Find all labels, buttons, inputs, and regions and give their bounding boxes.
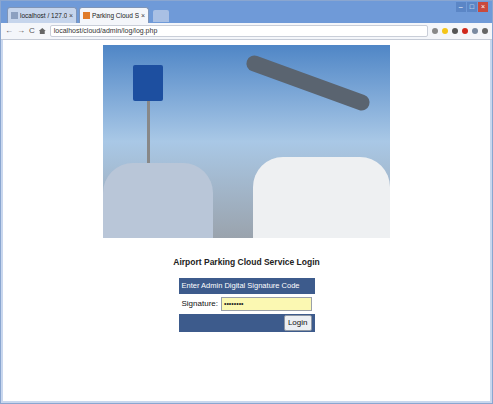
favicon-icon xyxy=(11,12,18,19)
panel-footer: Login xyxy=(179,314,315,332)
tab-close-icon[interactable]: × xyxy=(141,12,145,19)
extension-icon[interactable] xyxy=(432,28,438,34)
nav-button[interactable]: ← xyxy=(5,27,13,35)
panel-title: Enter Admin Digital Signature Code xyxy=(182,280,300,291)
extension-icon[interactable] xyxy=(482,28,488,34)
window-controls: –□× xyxy=(456,2,488,12)
browser-tab[interactable]: Parking Cloud Servi× xyxy=(79,7,149,23)
parking-sign-icon xyxy=(133,65,163,101)
extension-icon[interactable] xyxy=(452,28,458,34)
car-icon xyxy=(253,157,390,238)
page-heading: Airport Parking Cloud Service Login xyxy=(173,256,319,269)
signature-value[interactable]: •••••••• xyxy=(224,299,244,310)
nav-button[interactable]: C xyxy=(29,27,35,35)
login-button[interactable]: Login xyxy=(284,315,312,331)
window-control-button[interactable]: – xyxy=(456,2,466,12)
home-icon[interactable] xyxy=(39,28,46,34)
address-bar[interactable]: localhost/cloud/admin/log/log.php xyxy=(50,25,428,37)
title-bar: localhost / 127.0.0.1×Parking Cloud Serv… xyxy=(1,1,492,23)
nav-button[interactable]: → xyxy=(17,27,25,35)
tab-close-icon[interactable]: × xyxy=(69,12,73,19)
airplane-icon xyxy=(244,53,372,112)
tab-label[interactable]: localhost / 127.0.0.1 xyxy=(20,11,67,21)
login-panel: Enter Admin Digital Signature Code Signat… xyxy=(179,278,315,332)
favicon-icon xyxy=(83,12,90,19)
parking-photo xyxy=(103,45,390,238)
toolbar: ← → Clocalhost/cloud/admin/log/log.php xyxy=(1,23,492,40)
page-content: Airport Parking Cloud Service Login Enter… xyxy=(3,40,490,401)
tab-label[interactable]: Parking Cloud Servi xyxy=(92,11,139,21)
tab-strip: localhost / 127.0.0.1×Parking Cloud Serv… xyxy=(7,7,456,23)
car-icon xyxy=(103,163,213,238)
signature-row: Signature: •••••••• xyxy=(179,294,315,314)
browser-tab[interactable]: localhost / 127.0.0.1× xyxy=(7,7,77,23)
window-control-button[interactable]: □ xyxy=(467,2,477,12)
signature-label: Signature: xyxy=(182,298,218,310)
new-tab-button[interactable] xyxy=(153,10,169,22)
address-text[interactable]: localhost/cloud/admin/log/log.php xyxy=(54,26,158,37)
signature-input[interactable]: •••••••• xyxy=(221,297,312,311)
panel-header: Enter Admin Digital Signature Code xyxy=(179,278,315,294)
window-control-button[interactable]: × xyxy=(478,2,488,12)
extension-icon[interactable] xyxy=(472,28,478,34)
extension-icon[interactable] xyxy=(462,28,468,34)
extension-icon[interactable] xyxy=(442,28,448,34)
